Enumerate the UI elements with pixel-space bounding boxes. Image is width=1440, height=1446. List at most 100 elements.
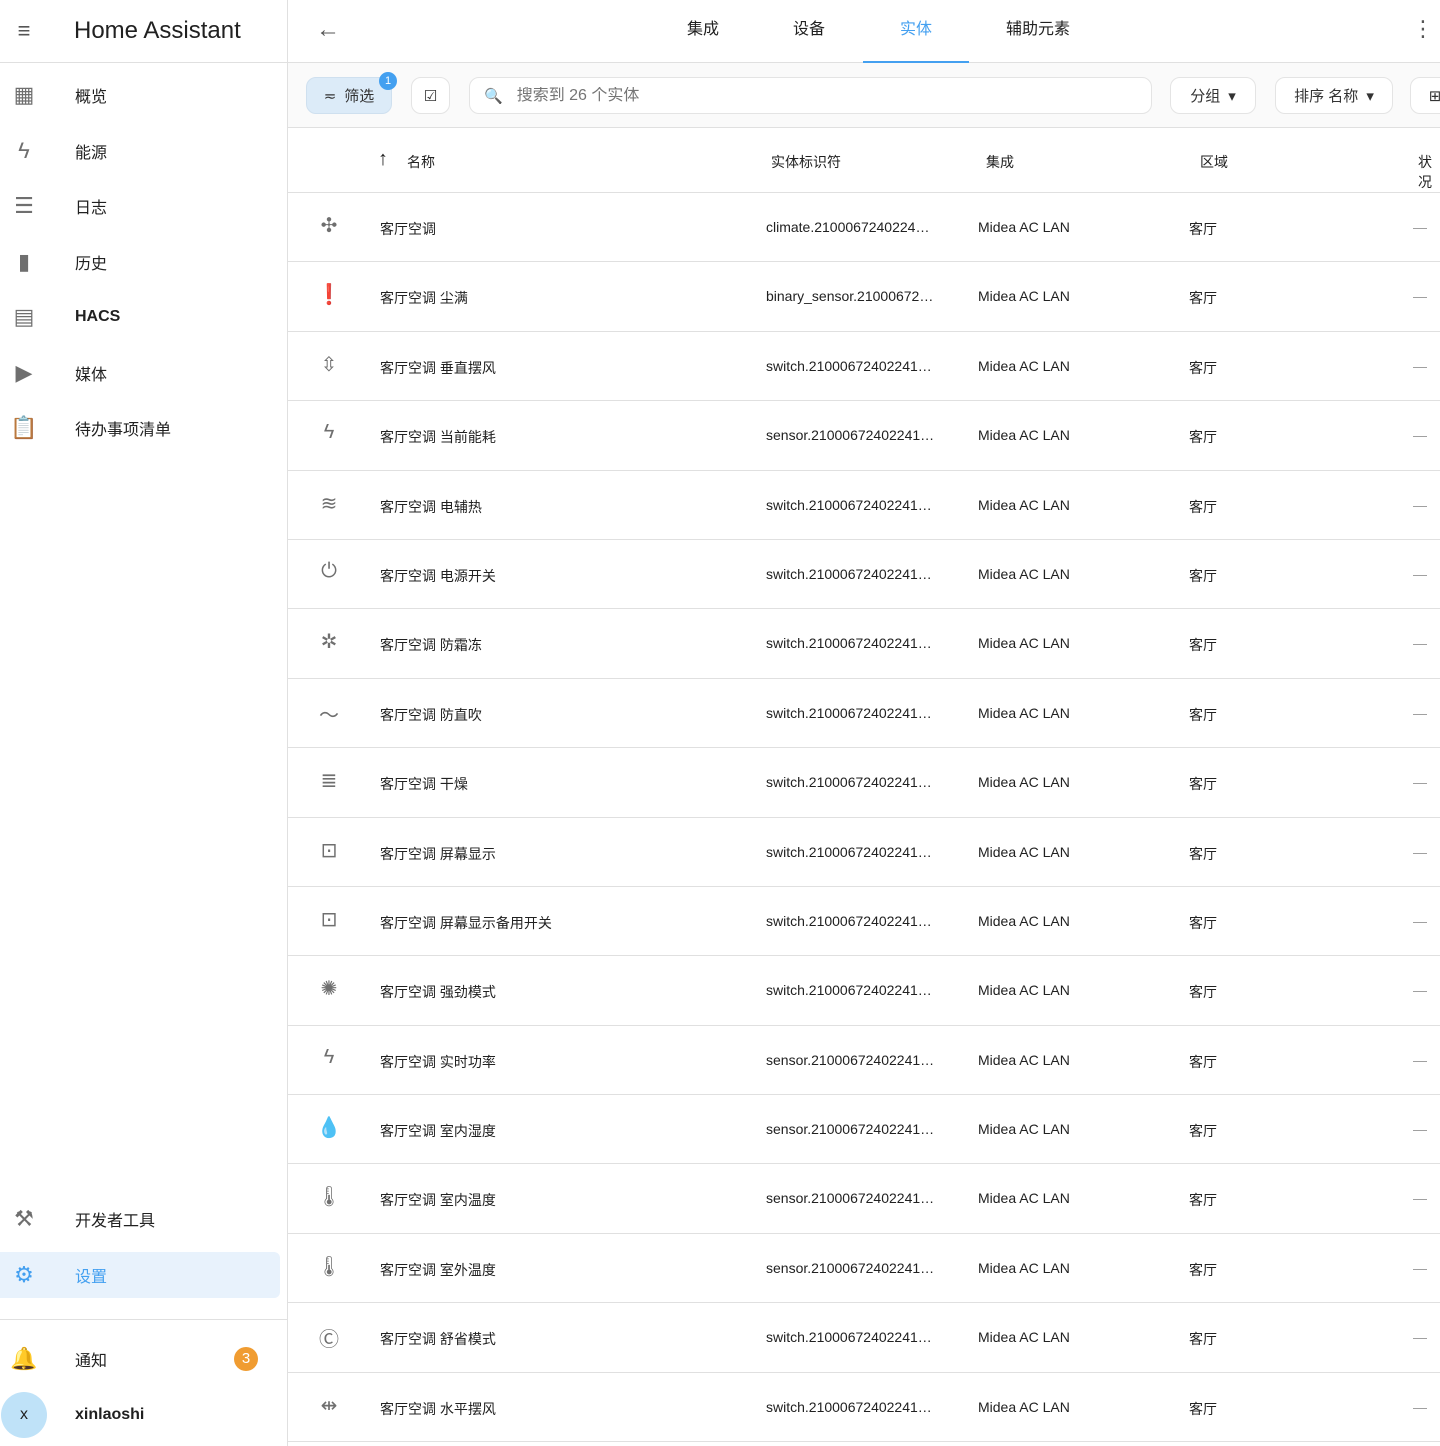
sidebar-item-5[interactable]: ▶ 媒体	[0, 350, 280, 396]
entity-id: switch.21000672402241…	[766, 774, 932, 791]
tab-devices[interactable]: 设备	[756, 0, 862, 63]
entity-name: 客厅空调 防直吹	[380, 706, 482, 723]
sidebar-item-6[interactable]: 📋 待办事项清单	[0, 405, 280, 451]
entity-status: —	[1413, 982, 1427, 999]
entity-icon: 🌡	[316, 1186, 342, 1209]
column-integration[interactable]: 集成	[986, 152, 1014, 172]
hammer-icon: ⚒	[14, 1206, 34, 1231]
sidebar-item-settings[interactable]: ⚙ 设置	[0, 1252, 280, 1298]
entity-status: —	[1413, 635, 1427, 652]
table-row[interactable]: ≣ 客厅空调 干燥 switch.21000672402241… Midea A…	[288, 748, 1440, 818]
entity-area: 客厅	[1189, 498, 1217, 515]
table-row[interactable]: ϟ 客厅空调 当前能耗 sensor.21000672402241… Midea…	[288, 401, 1440, 471]
entity-status: —	[1413, 1190, 1427, 1207]
entity-status: —	[1413, 427, 1427, 444]
sidebar-user[interactable]: x xinlaoshi	[0, 1392, 280, 1438]
table-row[interactable]: ✺ 客厅空调 强劲模式 switch.21000672402241… Midea…	[288, 956, 1440, 1026]
column-status[interactable]: 状况	[1418, 152, 1440, 192]
search-box[interactable]: 🔍	[469, 77, 1152, 114]
entity-name: 客厅空调 屏幕显示备用开关	[380, 914, 552, 931]
entity-icon: ✲	[320, 631, 338, 654]
table-row[interactable]: ❗ 客厅空调 尘满 binary_sensor.21000672… Midea …	[288, 262, 1440, 332]
group-by-button[interactable]: 分组 ▾	[1170, 77, 1256, 114]
entity-status: —	[1413, 496, 1427, 513]
table-row[interactable]: ⊡ 客厅空调 屏幕显示备用开关 switch.21000672402241… M…	[288, 887, 1440, 957]
sidebar-item-notifications[interactable]: 🔔 通知 3	[0, 1336, 280, 1382]
tab-helpers[interactable]: 辅助元素	[985, 0, 1091, 63]
entity-name: 客厅空调 防霜冻	[380, 637, 482, 654]
entity-area: 客厅	[1189, 1261, 1217, 1278]
entity-integration: Midea AC LAN	[978, 1190, 1070, 1207]
entity-id: switch.21000672402241…	[766, 982, 932, 999]
table-row[interactable]: 〜 客厅空调 防直吹 switch.21000672402241… Midea …	[288, 679, 1440, 749]
divider	[0, 1319, 288, 1320]
table-row[interactable]: ⊡ 客厅空调 屏幕显示 switch.21000672402241… Midea…	[288, 818, 1440, 887]
menu-collapse-icon[interactable]: ≡	[0, 18, 48, 44]
entity-icon: ⇳	[320, 353, 338, 376]
entity-icon: ⊡	[320, 839, 338, 862]
entity-id: switch.21000672402241…	[766, 496, 932, 513]
entity-name: 客厅空调 舒省模式	[380, 1331, 496, 1348]
entity-status: —	[1413, 1398, 1427, 1415]
filter-button[interactable]: ≂ 筛选 1	[306, 72, 397, 114]
dropdown-arrow-icon: ▾	[1228, 87, 1236, 105]
sidebar-item-developer-tools[interactable]: ⚒ 开发者工具	[0, 1196, 280, 1242]
search-input[interactable]	[516, 86, 1117, 105]
filter-count-badge: 1	[379, 72, 397, 90]
table-row[interactable]: ⏻ 客厅空调 电源开关 switch.21000672402241… Midea…	[288, 540, 1440, 610]
column-entity-id[interactable]: 实体标识符	[771, 152, 841, 172]
entity-icon: ⏻	[321, 559, 337, 582]
select-mode-button[interactable]: ☑	[411, 77, 450, 114]
sort-button[interactable]: 排序 名称 ▾	[1275, 77, 1393, 114]
entity-integration: Midea AC LAN	[978, 288, 1070, 305]
entity-area: 客厅	[1189, 845, 1217, 862]
entity-id: switch.21000672402241…	[766, 565, 932, 582]
sidebar-item-3[interactable]: ▮ 历史	[0, 239, 280, 285]
more-vert-icon[interactable]: ⋮	[1412, 16, 1434, 42]
column-settings-button[interactable]: ⊞	[1410, 77, 1440, 114]
filter-icon: ≂	[323, 87, 337, 105]
entity-area: 客厅	[1189, 429, 1217, 446]
entity-integration: Midea AC LAN	[978, 843, 1070, 860]
table-row[interactable]: ✣ 客厅空调 climate.2100067240224… Midea AC L…	[288, 193, 1440, 263]
table-row[interactable]: 💧 客厅空调 室内湿度 sensor.21000672402241… Midea…	[288, 1095, 1440, 1165]
sort-ascending-icon[interactable]: ↑	[378, 148, 388, 171]
entity-status: —	[1413, 1259, 1427, 1276]
sidebar-item-2[interactable]: ☰ 日志	[0, 183, 280, 229]
main-content: ← 集成 设备 实体 辅助元素 ⋮ ≂筛选1 ☑ 🔍 分组▾ 排序 名称▾ ⊞ …	[288, 0, 1440, 1446]
entity-icon: ≣	[320, 770, 338, 793]
checklist-icon: ☑	[423, 87, 438, 105]
table-row[interactable]: ✲ 客厅空调 防霜冻 switch.21000672402241… Midea …	[288, 609, 1440, 679]
table-row[interactable]: ⇳ 客厅空调 垂直摆风 switch.21000672402241… Midea…	[288, 332, 1440, 402]
table-row[interactable]: Ⓒ 客厅空调 舒省模式 switch.21000672402241… Midea…	[288, 1303, 1440, 1373]
table-row[interactable]: 🌡 客厅空调 室外温度 sensor.21000672402241… Midea…	[288, 1234, 1440, 1304]
entity-name: 客厅空调 强劲模式	[380, 984, 496, 1001]
entity-id: sensor.21000672402241…	[766, 1051, 935, 1068]
entity-integration: Midea AC LAN	[978, 1329, 1070, 1346]
table-row[interactable]: ⇹ 客厅空调 水平摆风 switch.21000672402241… Midea…	[288, 1373, 1440, 1443]
table-row[interactable]: 🌡 客厅空调 室内温度 sensor.21000672402241… Midea…	[288, 1164, 1440, 1234]
tab-entities[interactable]: 实体	[863, 0, 969, 63]
entity-area: 客厅	[1189, 1053, 1217, 1070]
table-row[interactable]: ≋ 客厅空调 电辅热 switch.21000672402241… Midea …	[288, 471, 1440, 540]
sidebar-item-1[interactable]: ϟ 能源	[0, 128, 280, 174]
entity-status: —	[1413, 565, 1427, 582]
entity-id: switch.21000672402241…	[766, 843, 932, 860]
entity-id: switch.21000672402241…	[766, 912, 932, 929]
sidebar-item-4[interactable]: ▤ HACS	[0, 294, 280, 340]
entity-name: 客厅空调	[380, 221, 436, 237]
entity-name: 客厅空调 垂直摆风	[380, 359, 496, 376]
sidebar-item-0[interactable]: ▦ 概览	[0, 72, 280, 118]
back-arrow-icon[interactable]: ←	[316, 16, 340, 44]
entity-icon: ⇹	[320, 1394, 338, 1417]
table-header: ↑ 名称 实体标识符 集成 区域 状况	[288, 128, 1440, 193]
entity-integration: Midea AC LAN	[978, 496, 1070, 513]
entity-icon: 🌡	[316, 1255, 342, 1278]
tab-integrations[interactable]: 集成	[650, 0, 756, 63]
table-row[interactable]: ϟ 客厅空调 实时功率 sensor.21000672402241… Midea…	[288, 1026, 1440, 1096]
entity-area: 客厅	[1189, 1192, 1217, 1209]
column-name[interactable]: 名称	[407, 152, 435, 172]
entity-name: 客厅空调 室内湿度	[380, 1123, 496, 1140]
entity-area: 客厅	[1189, 1123, 1217, 1140]
column-area[interactable]: 区域	[1200, 152, 1228, 172]
